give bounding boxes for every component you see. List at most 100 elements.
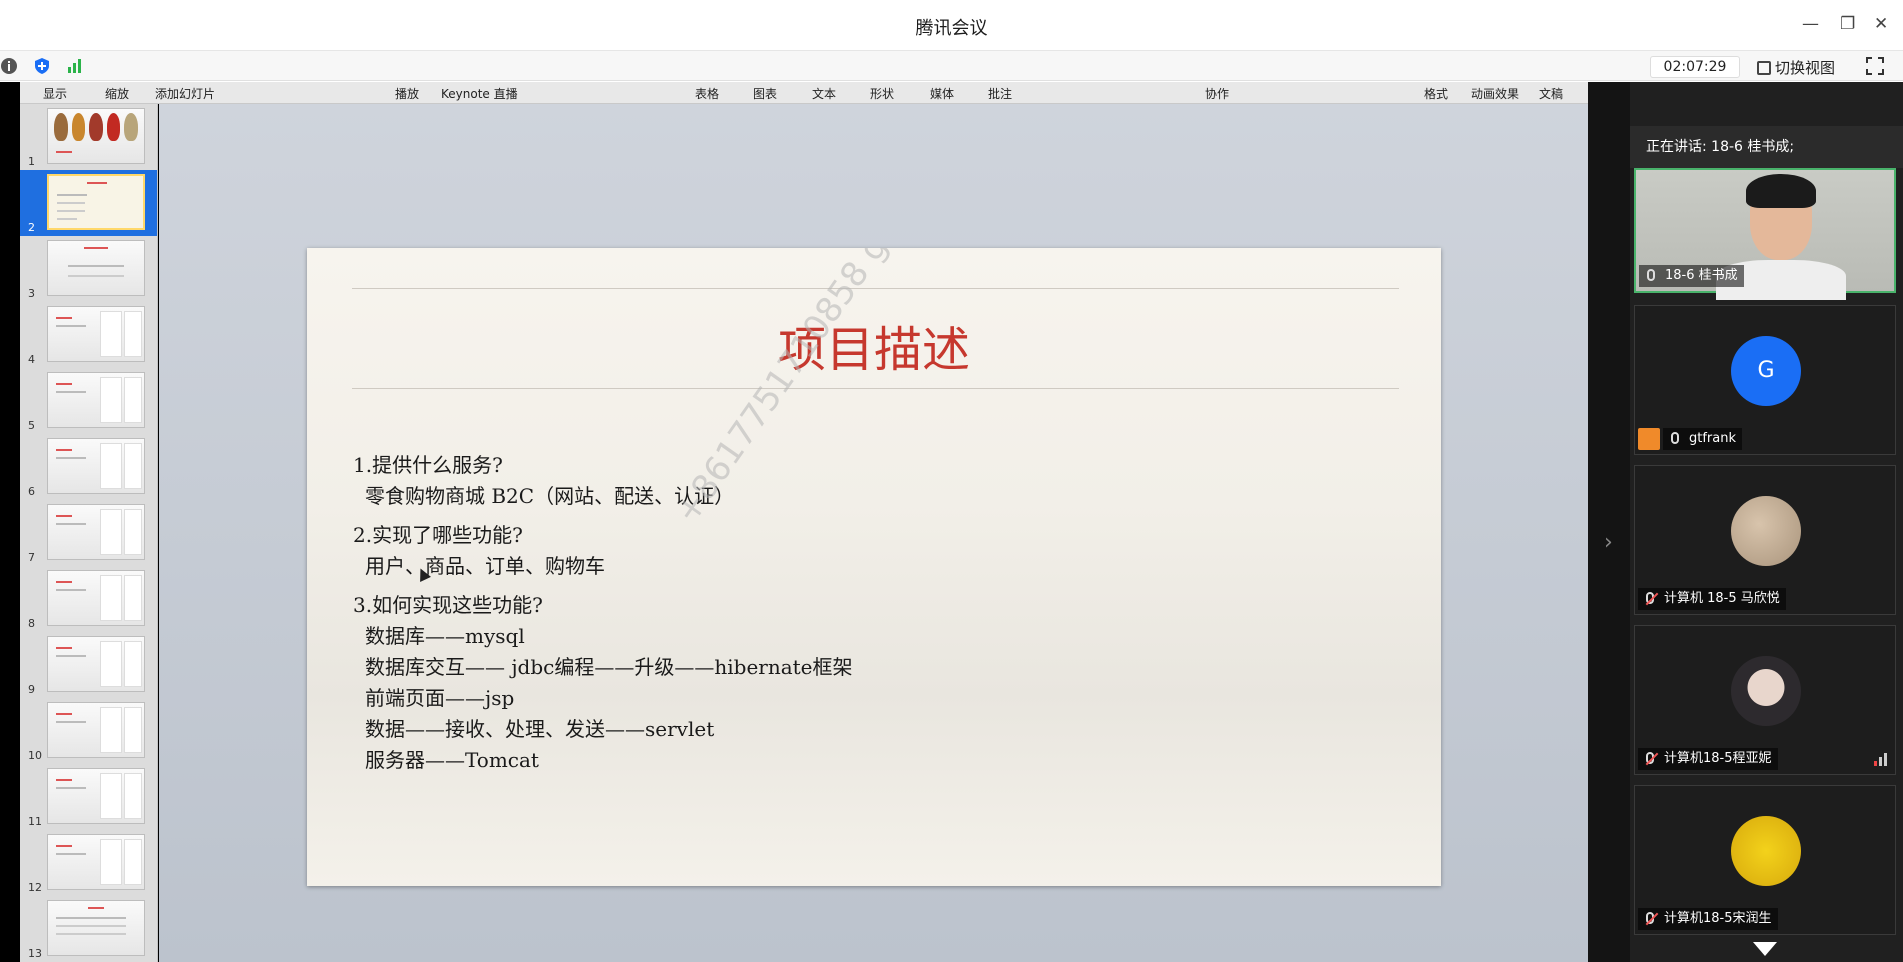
slide-number: 4 [28, 353, 35, 366]
toolbar-play[interactable]: 播放 [395, 85, 419, 102]
slide-number: 9 [28, 683, 35, 696]
slide-thumb-5[interactable]: 5 [20, 368, 157, 434]
fullscreen-icon[interactable] [1865, 56, 1885, 76]
signal-strength-icon [1874, 753, 1887, 766]
close-button[interactable]: ✕ [1874, 14, 1888, 34]
meeting-toolbar: 02:07:29 切换视图 [0, 51, 1903, 81]
participant-name: 计算机18-5宋润生 [1664, 911, 1772, 926]
slide-number: 8 [28, 617, 35, 630]
microphone-muted-icon [1646, 592, 1654, 604]
toolbar-view[interactable]: 显示 [43, 85, 67, 102]
toolbar-zoom[interactable]: 缩放 [105, 85, 129, 102]
slide-thumb-image [47, 306, 145, 362]
slide-line: 数据——接收、处理、发送——servlet [365, 717, 715, 741]
microphone-muted-icon [1646, 912, 1654, 924]
slide-line: 服务器——Tomcat [365, 748, 539, 772]
toolbar-chart[interactable]: 图表 [753, 85, 777, 102]
slide-thumb-9[interactable]: 9 [20, 632, 157, 698]
info-icon[interactable] [0, 57, 18, 75]
avatar: G [1731, 336, 1801, 406]
slide-thumb-13[interactable]: 13 [20, 896, 157, 962]
chevron-right-icon[interactable]: › [1604, 530, 1613, 555]
slide-number: 12 [28, 881, 42, 894]
slide-thumb-2[interactable]: 2 [20, 170, 157, 236]
slide-thumb-image [47, 570, 145, 626]
slide-title-rule [352, 388, 1399, 389]
toolbar-shape[interactable]: 形状 [870, 85, 894, 102]
avatar [1731, 656, 1801, 726]
slide-thumb-7[interactable]: 7 [20, 500, 157, 566]
toolbar-add-slide[interactable]: 添加幻灯片 [155, 85, 215, 102]
speaking-indicator: 正在讲话: 18-6 桂书成; [1630, 126, 1903, 168]
toolbar-table[interactable]: 表格 [695, 85, 719, 102]
toolbar-media[interactable]: 媒体 [930, 85, 954, 102]
slide-thumb-image [47, 900, 145, 956]
participant-label: gtfrank [1663, 428, 1743, 450]
slide-body: 1.提供什么服务? 零食购物商城 B2C（网站、配送、认证） 2.实现了哪些功能… [353, 450, 853, 776]
slide-thumb-6[interactable]: 6 [20, 434, 157, 500]
toolbar-keynote-live[interactable]: Keynote 直播 [441, 85, 518, 102]
slide-number: 3 [28, 287, 35, 300]
slide-number: 1 [28, 155, 35, 168]
slide-thumb-image [47, 768, 145, 824]
video-tile-speaker[interactable]: 18-6 桂书成 [1634, 168, 1896, 300]
slide-line: 数据库——mysql [365, 624, 525, 648]
slide-thumb-3[interactable]: 3 [20, 236, 157, 302]
slide-line: 前端页面——jsp [365, 686, 515, 710]
switch-view-button[interactable]: 切换视图 [1757, 57, 1835, 78]
participant-label: 18-6 桂书成 [1639, 265, 1744, 287]
participant-name: 计算机18-5程亚妮 [1664, 751, 1772, 766]
toolbar-document[interactable]: 文稿 [1539, 85, 1563, 102]
slide-thumb-4[interactable]: 4 [20, 302, 157, 368]
slide-line: 数据库交互—— jdbc编程——升级——hibernate框架 [365, 655, 853, 679]
toolbar-text[interactable]: 文本 [812, 85, 836, 102]
video-tile-chengyani[interactable]: 计算机18-5程亚妮 [1634, 625, 1896, 775]
microphone-icon [1647, 269, 1655, 281]
switch-view-icon [1757, 61, 1771, 75]
participant-label: 计算机18-5程亚妮 [1638, 748, 1778, 770]
slide-thumb-1[interactable]: 1 [20, 104, 157, 170]
slide-thumb-11[interactable]: 11 [20, 764, 157, 830]
keynote-toolbar: 显示 缩放 添加幻灯片 播放 Keynote 直播 表格 图表 文本 形状 媒体… [20, 82, 1588, 104]
toolbar-format[interactable]: 格式 [1424, 85, 1448, 102]
slide-thumb-image [47, 108, 145, 164]
person-icon [1638, 428, 1660, 450]
slide-line: 零食购物商城 B2C（网站、配送、认证） [365, 484, 735, 508]
slide-thumb-8[interactable]: 8 [20, 566, 157, 632]
scroll-down-icon[interactable] [1753, 942, 1777, 956]
slide-thumb-12[interactable]: 12 [20, 830, 157, 896]
participant-label: 计算机18-5宋润生 [1638, 908, 1778, 930]
slide-thumb-image [47, 636, 145, 692]
participant-name: 计算机 18-5 马欣悦 [1664, 591, 1780, 606]
slide-number: 2 [28, 221, 35, 234]
slide-line: 3.如何实现这些功能? [353, 593, 543, 617]
slide-thumb-image [47, 504, 145, 560]
slide-title: 项目描述 [777, 322, 970, 378]
video-tile-maxinyue[interactable]: 计算机 18-5 马欣悦 [1634, 465, 1896, 615]
slide-number: 13 [28, 947, 42, 960]
slide-thumb-image [47, 438, 145, 494]
video-tile-gtfrank[interactable]: G gtfrank [1634, 305, 1896, 455]
slide-top-rule [352, 288, 1399, 289]
microphone-icon [1671, 432, 1679, 444]
meeting-timer: 02:07:29 [1650, 56, 1740, 78]
shield-icon[interactable] [33, 57, 51, 75]
toolbar-animate[interactable]: 动画效果 [1471, 85, 1519, 102]
collapse-strip [1588, 82, 1630, 962]
slide-line: 1.提供什么服务? [353, 453, 503, 477]
video-tile-songrunsheng[interactable]: 计算机18-5宋润生 [1634, 785, 1896, 935]
slide-number: 5 [28, 419, 35, 432]
toolbar-collaborate[interactable]: 协作 [1205, 85, 1229, 102]
slide-number: 7 [28, 551, 35, 564]
slide-number: 10 [28, 749, 42, 762]
signal-icon[interactable] [66, 57, 84, 75]
minimize-button[interactable]: — [1802, 14, 1819, 34]
slide-thumb-image [47, 372, 145, 428]
toolbar-comment[interactable]: 批注 [988, 85, 1012, 102]
slide-thumb-10[interactable]: 10 [20, 698, 157, 764]
participant-name: 18-6 桂书成 [1665, 268, 1738, 283]
restore-button[interactable]: ❐ [1840, 14, 1855, 34]
slide-thumb-image [47, 174, 145, 230]
slide-navigator: 1 2 3 4 5 6 7 8 9 10 11 12 13 [20, 104, 158, 962]
slide-thumb-image [47, 834, 145, 890]
